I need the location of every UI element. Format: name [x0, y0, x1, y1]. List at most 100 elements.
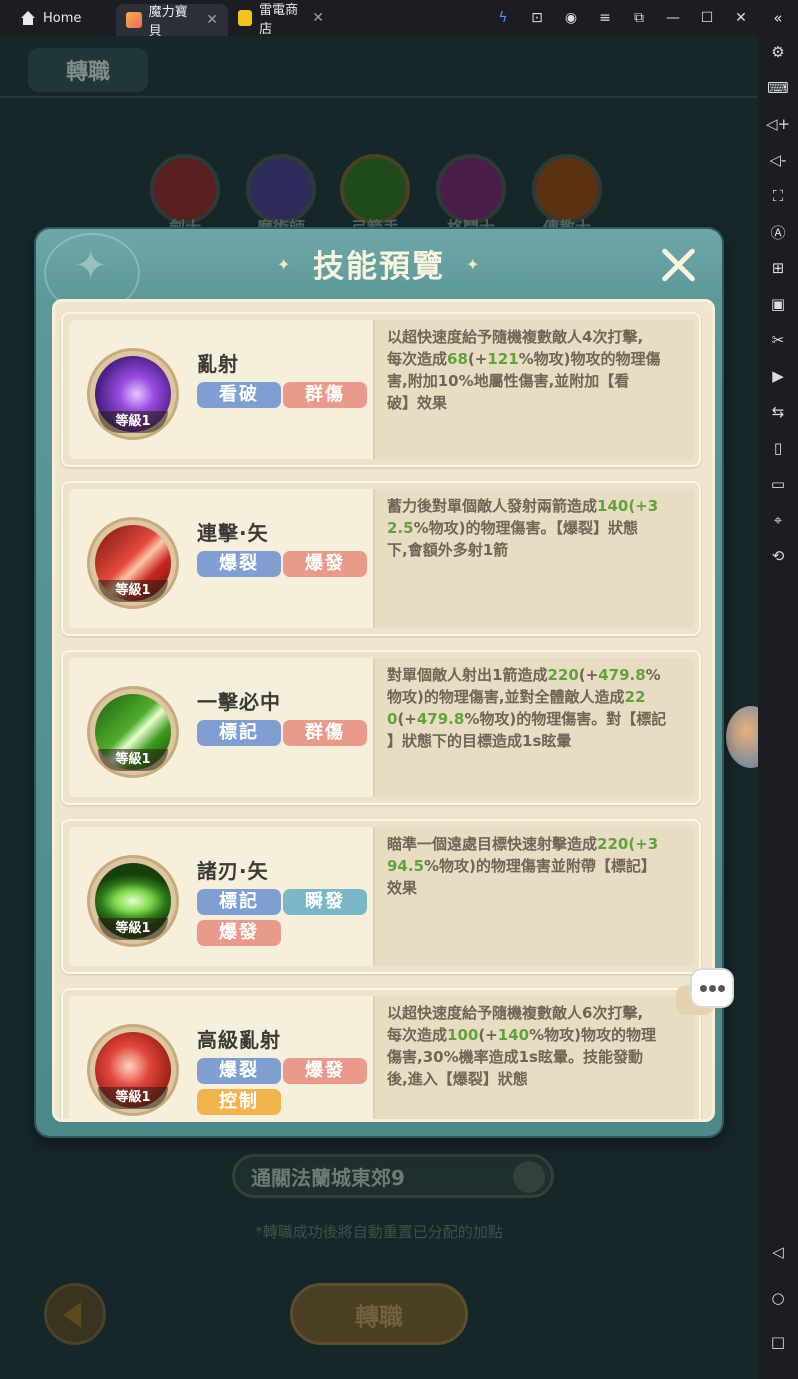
gamepad-icon[interactable]: ⊡ — [520, 0, 554, 36]
skill-tag: 控制 — [197, 1089, 281, 1115]
skill-card[interactable]: 等級1 高級亂射 爆裂 爆發 控制 以超快速度給予隨機複數敵人6次打擊, 每次造… — [61, 988, 701, 1119]
game-app-icon — [126, 12, 142, 28]
screenshot-icon[interactable]: ⧉ — [622, 0, 656, 36]
home-icon — [20, 11, 36, 25]
skill-tag: 爆發 — [197, 920, 281, 946]
skill-card[interactable]: 等級1 一擊必中 標記 群傷 對單個敵人射出1箭造成220(+479.8% 物攻… — [61, 650, 701, 805]
location-icon[interactable]: ⌖ — [766, 508, 790, 532]
skill-summary: 等級1 諸刃·矢 標記 瞬發 爆發 — [69, 827, 373, 966]
skill-level: 等級1 — [98, 411, 168, 433]
desc-value: 220 — [597, 835, 629, 853]
back-button[interactable] — [44, 1283, 106, 1345]
reset-note: *轉職成功後將自動重置已分配的加點 — [255, 1223, 503, 1241]
desc-text: %物攻)的物理傷害。【爆裂】狀態 — [413, 519, 638, 537]
desc-value: 121 — [487, 350, 519, 368]
skill-preview-modal: ✦ 技能預覽 ✦ 等級1 亂射 看破 群傷 以超快速度給予隨機複數敵人4次打擊, — [36, 229, 722, 1136]
desc-text: %物攻)的物理傷害。對【標記 — [464, 710, 667, 728]
avatar[interactable] — [726, 706, 758, 768]
chat-bubble-icon[interactable] — [690, 968, 734, 1008]
collapse-icon[interactable]: « — [766, 6, 790, 30]
skill-level: 等級1 — [98, 918, 168, 940]
skill-description: 以超快速度給予隨機複數敵人6次打擊, 每次造成100(+140%物攻)物攻的物理… — [387, 1002, 687, 1090]
desc-value: 100 — [447, 1026, 479, 1044]
desc-text: 效果 — [387, 879, 418, 897]
skill-summary: 等級1 連擊·矢 爆裂 爆發 — [69, 489, 373, 628]
tab-home-label: Home — [43, 10, 82, 26]
skill-card[interactable]: 等級1 連擊·矢 爆裂 爆發 蓄力後對單個敵人發射兩箭造成140(+3 2.5%… — [61, 481, 701, 636]
skill-card[interactable]: 等級1 亂射 看破 群傷 以超快速度給予隨機複數敵人4次打擊, 每次造成68(+… — [61, 312, 701, 467]
desc-text: 以超快速度給予隨機複數敵人6次打擊, — [387, 1004, 644, 1022]
window-close-icon[interactable]: ✕ — [724, 0, 758, 36]
desc-value: 94.5 — [387, 857, 425, 875]
multi-instance-icon[interactable]: ⊞ — [766, 256, 790, 280]
skill-tag: 標記 — [197, 889, 281, 915]
rotate-icon[interactable]: ⟲ — [766, 544, 790, 568]
tab-home[interactable]: Home — [0, 0, 116, 36]
skill-list-panel[interactable]: 等級1 亂射 看破 群傷 以超快速度給予隨機複數敵人4次打擊, 每次造成68(+… — [52, 299, 715, 1122]
check-icon — [513, 1161, 545, 1193]
desc-value: 479.8 — [598, 666, 646, 684]
skill-description: 蓄力後對單個敵人發射兩箭造成140(+3 2.5%物攻)的物理傷害。【爆裂】狀態… — [387, 495, 687, 561]
desc-text: %物攻)的物理傷害並附帶【標記】 — [424, 857, 656, 875]
close-icon[interactable]: ✕ — [206, 12, 218, 28]
close-icon[interactable]: ✕ — [312, 10, 324, 26]
desc-value: (+3 — [628, 835, 659, 853]
apk-icon[interactable]: ▣ — [766, 292, 790, 316]
tab-store[interactable]: 雷電商店 ✕ — [228, 0, 334, 37]
minimize-icon[interactable]: — — [656, 0, 690, 36]
home-nav-icon[interactable]: ○ — [766, 1286, 790, 1310]
fullscreen-icon[interactable]: ⛶ — [766, 184, 790, 208]
desc-text: (+ — [578, 666, 599, 684]
tab-game[interactable]: 魔力寶貝 ✕ — [116, 4, 228, 39]
desc-text: % — [645, 666, 661, 684]
change-class-button[interactable]: 轉職 — [290, 1283, 468, 1345]
volume-up-icon[interactable]: ◁+ — [766, 112, 790, 136]
skill-tag: 爆裂 — [197, 551, 281, 577]
sync-icon[interactable]: ⇆ — [766, 400, 790, 424]
desc-text: 每次造成 — [387, 350, 448, 368]
menu-icon[interactable]: ≡ — [588, 0, 622, 36]
keyboard-icon[interactable]: ⌨ — [766, 76, 790, 100]
skill-tag: 瞬發 — [283, 889, 367, 915]
shake-icon[interactable]: ▯ — [766, 436, 790, 460]
folder-icon[interactable]: ▭ — [766, 472, 790, 496]
skill-description-box: 瞄準一個遠處目標快速射擊造成220(+3 94.5%物攻)的物理傷害並附帶【標記… — [373, 827, 695, 966]
skill-card[interactable]: 等級1 諸刃·矢 標記 瞬發 爆發 瞄準一個遠處目標快速射擊造成220(+3 9… — [61, 819, 701, 974]
scissors-icon[interactable]: ✂ — [766, 328, 790, 352]
maximize-icon[interactable]: ☐ — [690, 0, 724, 36]
record-icon[interactable]: ▶ — [766, 364, 790, 388]
script-icon[interactable]: Ⓐ — [766, 220, 790, 244]
desc-value: 2.5 — [387, 519, 414, 537]
desc-text: 】狀態下的目標造成1s眩暈 — [387, 732, 572, 750]
desc-value: 220 — [547, 666, 579, 684]
skill-tag: 爆裂 — [197, 1058, 281, 1084]
desc-text: 對單個敵人射出1箭造成 — [387, 666, 548, 684]
desc-text: %物攻)物攻的物理傷 — [518, 350, 661, 368]
desc-text: 傷害,30%機率造成1s眩暈。技能發動 — [387, 1048, 643, 1066]
tab-store-label: 雷電商店 — [259, 3, 299, 37]
skill-level: 等級1 — [98, 1087, 168, 1109]
skill-description: 對單個敵人射出1箭造成220(+479.8% 物攻)的物理傷害,並對全體敵人造成… — [387, 664, 687, 752]
desc-value: 479.8 — [416, 710, 465, 728]
settings-icon[interactable]: ⚙ — [766, 40, 790, 64]
store-app-icon — [238, 10, 253, 26]
skill-tag: 群傷 — [283, 720, 367, 746]
account-icon[interactable]: ◉ — [554, 0, 588, 36]
back-nav-icon[interactable]: ◁ — [766, 1240, 790, 1264]
requirement-bar: 通關法蘭城東郊9 — [232, 1154, 554, 1198]
class-selector: 劍士 魔術師 弓箭手 格鬥士 傳教士 — [150, 154, 610, 237]
skill-tag: 爆發 — [283, 551, 367, 577]
desc-text: 害,附加10%地屬性傷害,並附加【看 — [387, 372, 630, 390]
desc-value: 140 — [497, 1026, 530, 1044]
skill-level: 等級1 — [98, 749, 168, 771]
volume-down-icon[interactable]: ◁- — [766, 148, 790, 172]
modal-close-button[interactable] — [658, 245, 698, 285]
bolt-icon[interactable]: ϟ — [486, 0, 520, 36]
requirement-text: 通關法蘭城東郊9 — [251, 1165, 405, 1190]
skill-tag: 標記 — [197, 720, 281, 746]
skill-name: 高級亂射 — [197, 1028, 281, 1052]
desc-value: 0 — [387, 710, 398, 728]
desc-text: (+ — [397, 710, 417, 728]
recents-nav-icon[interactable]: □ — [766, 1330, 790, 1354]
skill-name: 連擊·矢 — [197, 521, 269, 545]
